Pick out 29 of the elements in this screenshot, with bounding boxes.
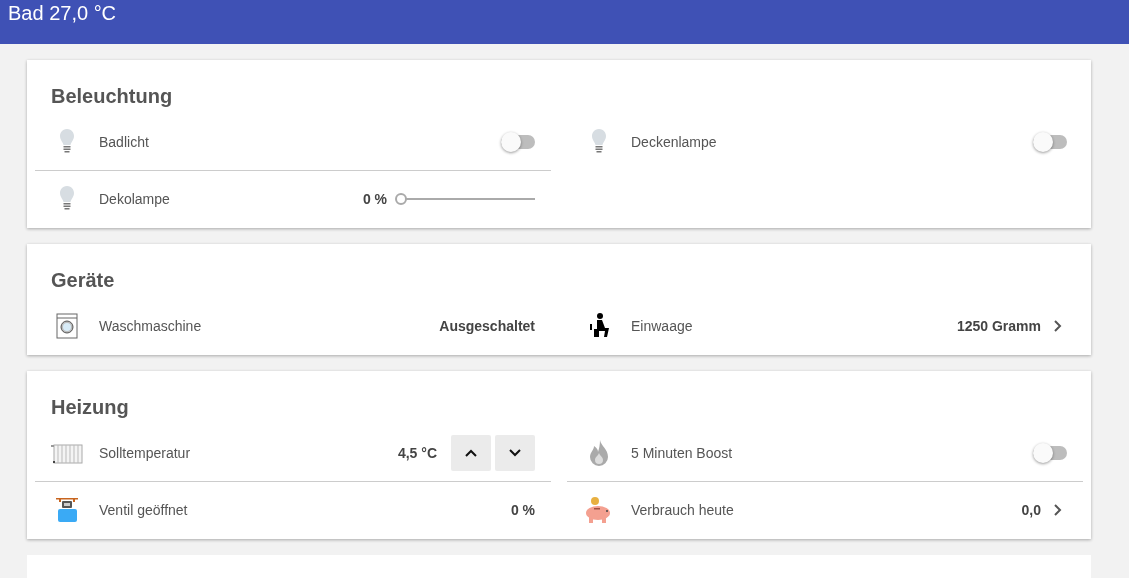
item-label: Deckenlampe — [631, 134, 718, 150]
item-label: Einwaage — [631, 318, 694, 334]
value-text: 4,5 °C — [397, 445, 437, 461]
toggle-switch[interactable] — [501, 135, 535, 149]
decrease-button[interactable] — [495, 435, 535, 471]
card-title: Heizung — [50, 395, 130, 420]
item-label: Solltemperatur — [99, 445, 192, 461]
item-label: Waschmaschine — [99, 318, 203, 334]
chevron-right-icon[interactable] — [1053, 503, 1063, 517]
value-text: 0 % — [510, 502, 535, 518]
value-text: 0 % — [362, 191, 387, 207]
value-text: 0,0 — [1021, 502, 1041, 518]
item-label: Badlicht — [99, 134, 150, 150]
slider-thumb[interactable] — [395, 193, 407, 205]
value-text: 1250 Gramm — [956, 318, 1041, 334]
toggle-switch[interactable] — [1033, 135, 1067, 149]
item-label: 5 Minuten Boost — [631, 445, 734, 461]
item-label: Dekolampe — [99, 191, 171, 207]
chevron-down-icon — [508, 448, 522, 458]
card-title: Geräte — [50, 268, 116, 293]
card-title: Beleuchtung — [50, 84, 174, 109]
toggle-switch[interactable] — [1033, 446, 1067, 460]
chevron-up-icon — [464, 448, 478, 458]
chevron-right-icon[interactable] — [1053, 319, 1063, 333]
item-label: Verbrauch heute — [631, 502, 735, 518]
page-title: Bad 27,0 °C — [8, 1, 117, 26]
item-label: Ventil geöffnet — [99, 502, 189, 518]
increase-button[interactable] — [451, 435, 491, 471]
value-text: Ausgeschaltet — [439, 318, 535, 334]
